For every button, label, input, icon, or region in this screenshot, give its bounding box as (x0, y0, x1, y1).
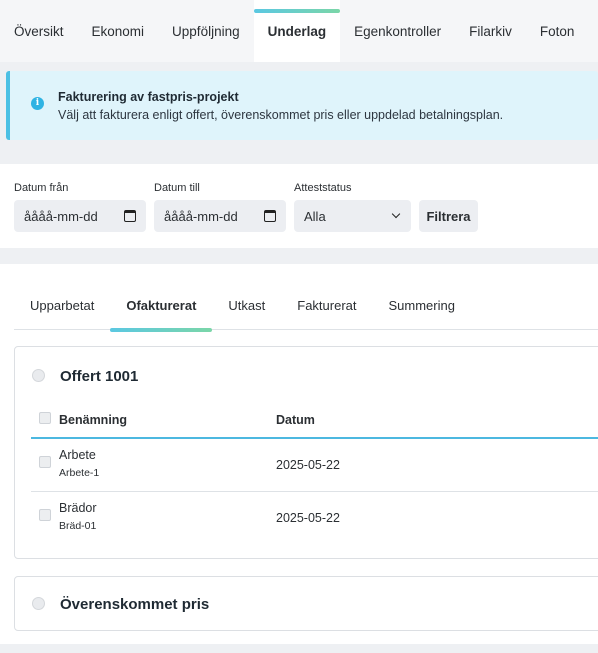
date-from-label: Datum från (14, 182, 69, 194)
filter-button[interactable]: Filtrera (419, 200, 478, 232)
row-code: Bräd-01 (59, 520, 97, 532)
tab-egenkontroller[interactable]: Egenkontroller (340, 0, 455, 62)
subtab-ofakturerat[interactable]: Ofakturerat (110, 290, 213, 332)
info-icon: i (31, 97, 44, 110)
column-date-header: Datum (276, 413, 315, 427)
date-from-value: åååå-mm-dd (24, 208, 98, 224)
info-text: Välj att fakturera enligt offert, överen… (58, 108, 504, 122)
table-row: Brädor Bräd-01 2025-05-22 (31, 492, 598, 545)
filter-panel: Datum från åååå-mm-dd Datum till åååå-mm… (0, 164, 598, 248)
tab-filarkiv[interactable]: Filarkiv (455, 0, 526, 62)
status-label: Atteststatus (294, 182, 352, 194)
agreed-price-title: Överenskommet pris (60, 596, 210, 613)
row-name: Arbete (59, 448, 96, 462)
row-checkbox[interactable] (39, 509, 51, 521)
tab-foton[interactable]: Foton (526, 0, 589, 62)
date-from-input[interactable]: åååå-mm-dd (14, 200, 146, 232)
top-tab-bar: Översikt Ekonomi Uppföljning Underlag Eg… (0, 0, 598, 62)
row-date: 2025-05-22 (276, 458, 340, 472)
offer-title: Offert 1001 (60, 368, 139, 385)
chevron-down-icon (391, 209, 401, 219)
date-to-input[interactable]: åååå-mm-dd (154, 200, 286, 232)
tab-uppfoljning[interactable]: Uppföljning (158, 0, 254, 62)
tab-underlag[interactable]: Underlag (253, 0, 341, 62)
offer-card: Offert 1001 Benämning Datum Arbete Arbet… (14, 346, 598, 559)
select-all-checkbox[interactable] (39, 412, 51, 424)
subtab-utkast[interactable]: Utkast (212, 290, 281, 329)
subtab-upparbetat[interactable]: Upparbetat (14, 290, 110, 329)
subtab-fakturerat[interactable]: Fakturerat (281, 290, 372, 329)
sub-tab-bar: Upparbetat Ofakturerat Utkast Fakturerat… (14, 290, 598, 332)
subtab-summering[interactable]: Summering (373, 290, 471, 329)
row-checkbox[interactable] (39, 456, 51, 468)
calendar-icon[interactable] (264, 210, 276, 222)
agreed-price-radio[interactable] (32, 597, 45, 610)
offer-radio[interactable] (32, 369, 45, 382)
column-name-header: Benämning (59, 413, 128, 427)
info-alert: i Fakturering av fastpris-projekt Välj a… (6, 71, 598, 140)
date-to-value: åååå-mm-dd (164, 208, 238, 224)
main-panel: Upparbetat Ofakturerat Utkast Fakturerat… (0, 264, 598, 644)
row-code: Arbete-1 (59, 467, 100, 479)
agreed-price-card: Överenskommet pris (14, 576, 598, 631)
row-name: Brädor (59, 501, 97, 515)
status-value: Alla (304, 208, 326, 224)
date-to-label: Datum till (154, 182, 200, 194)
tab-oversikt[interactable]: Översikt (0, 0, 78, 62)
info-title: Fakturering av fastpris-projekt (58, 90, 239, 104)
table-header: Benämning Datum (31, 403, 598, 439)
status-select[interactable]: Alla (294, 200, 411, 232)
tab-ekonomi[interactable]: Ekonomi (78, 0, 159, 62)
calendar-icon[interactable] (124, 210, 136, 222)
row-date: 2025-05-22 (276, 511, 340, 525)
table-row: Arbete Arbete-1 2025-05-22 (31, 439, 598, 492)
